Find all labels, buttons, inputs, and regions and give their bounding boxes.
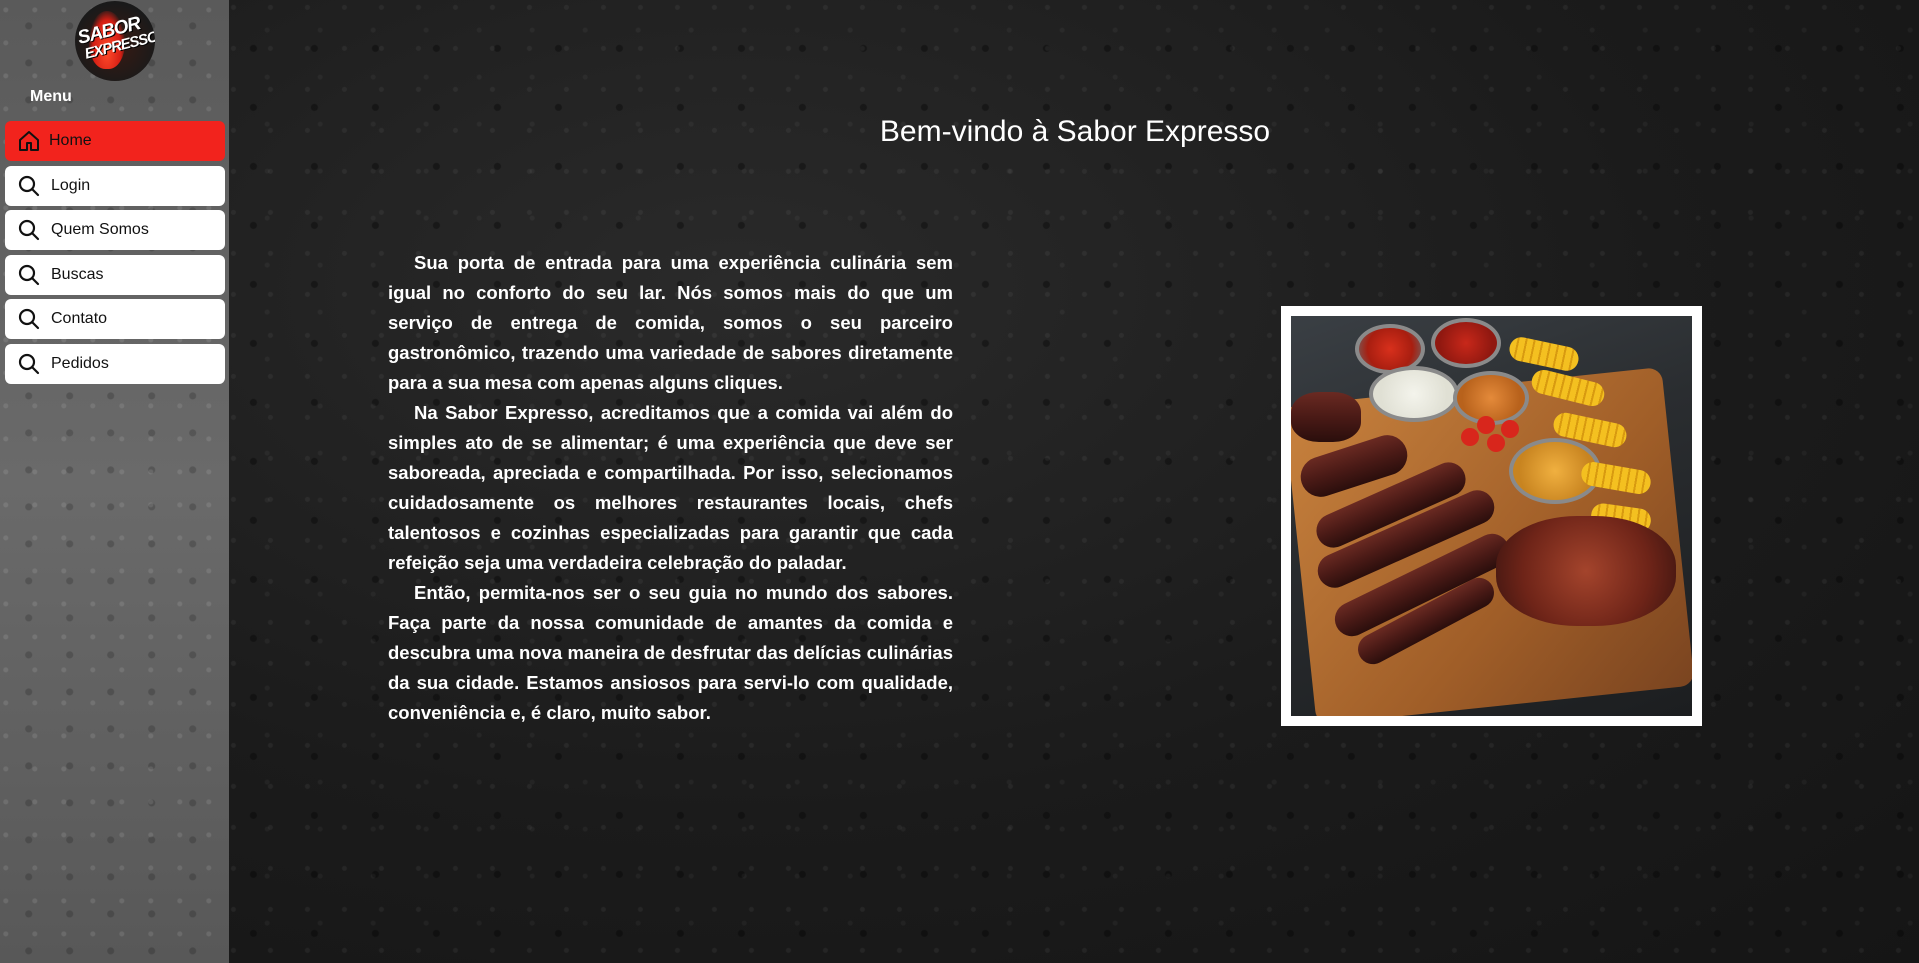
search-icon [18, 219, 40, 241]
menu-label: Menu [30, 88, 72, 105]
search-icon [18, 175, 40, 196]
search-icon [18, 308, 40, 330]
tomato [1461, 428, 1479, 446]
sidebar-item-label: Contato [51, 310, 108, 327]
sidebar-item-contato[interactable]: Contato [5, 299, 225, 339]
intro-paragraph: Sua porta de entrada para uma experiênci… [388, 252, 953, 393]
sidebar-item-label: Pedidos [51, 354, 109, 372]
food-photo [1291, 316, 1692, 716]
intro-paragraph: Na Sabor Expresso, acreditamos que a com… [388, 402, 953, 573]
sidebar-item-home[interactable]: Home [5, 121, 225, 161]
intro-paragraph: Então, permita-nos ser o seu guia no mun… [388, 582, 953, 723]
sidebar-item-label: Buscas [51, 265, 104, 283]
sidebar-item-quem-somos[interactable]: Quem Somos [5, 210, 225, 250]
tomato [1477, 416, 1495, 434]
sidebar: SABOR EXPRESSO Menu Home Login Quem Somo… [0, 0, 229, 963]
sidebar-nav: Home Login Quem Somos Buscas Contato Ped… [5, 121, 225, 388]
tomato [1501, 420, 1519, 438]
bowl [1431, 318, 1501, 368]
sidebar-item-login[interactable]: Login [5, 165, 225, 206]
search-icon [18, 264, 40, 285]
sidebar-item-label: Quem Somos [51, 221, 149, 238]
sidebar-item-label: Home [49, 132, 92, 149]
food-photo-frame [1281, 306, 1702, 726]
pulled-pork [1496, 516, 1676, 626]
steak [1291, 392, 1361, 442]
corn [1507, 334, 1581, 374]
logo[interactable]: SABOR EXPRESSO [75, 1, 155, 81]
intro-text: Sua porta de entrada para uma experiênci… [388, 248, 953, 728]
sidebar-item-buscas[interactable]: Buscas [5, 254, 225, 295]
sidebar-item-label: Login [51, 176, 91, 194]
page-title: Bem-vindo à Sabor Expresso [879, 115, 1271, 148]
home-icon [19, 131, 39, 151]
tomato [1487, 434, 1505, 452]
search-icon [18, 353, 40, 374]
bowl [1369, 366, 1459, 422]
sidebar-item-pedidos[interactable]: Pedidos [5, 343, 225, 384]
